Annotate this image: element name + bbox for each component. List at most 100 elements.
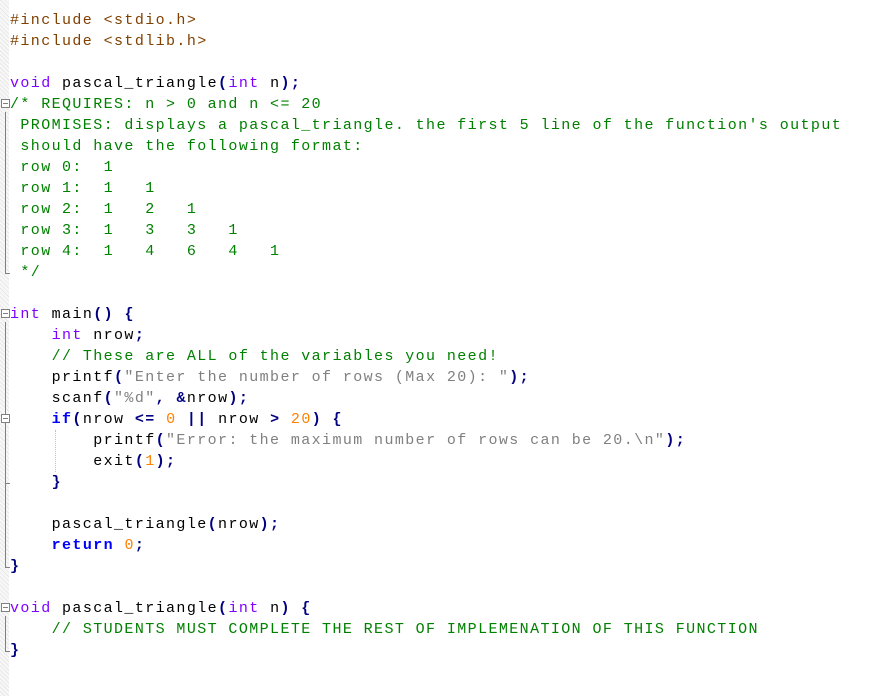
token-str: "%d" <box>114 390 156 407</box>
token-plain: pascal_triangle <box>51 75 219 92</box>
token-op: ) <box>311 411 323 428</box>
token-op: > <box>270 411 281 428</box>
fold-toggle-icon[interactable] <box>1 99 10 108</box>
token-cmt: row 2: 1 2 1 <box>10 201 198 218</box>
token-plain: nrow <box>186 390 229 407</box>
token-cmt: // These are ALL of the variables you ne… <box>51 348 499 365</box>
token-op: ( <box>218 75 229 92</box>
code-line[interactable]: should have the following format: <box>10 136 842 157</box>
code-editor[interactable]: #include <stdio.h> #include <stdlib.h> voi… <box>10 10 842 661</box>
fold-line <box>5 112 6 274</box>
code-line[interactable]: */ <box>10 262 842 283</box>
code-line[interactable]: return 0; <box>10 535 842 556</box>
code-line[interactable]: exit(1); <box>10 451 842 472</box>
token-op: () <box>93 306 115 323</box>
code-line[interactable]: /* REQUIRES: n > 0 and n <= 20 <box>10 94 842 115</box>
code-line[interactable]: scanf("%d", &nrow); <box>10 388 842 409</box>
token-plain: nrow <box>82 411 135 428</box>
code-line[interactable]: } <box>10 472 842 493</box>
token-plain: scanf <box>10 390 104 407</box>
code-line[interactable]: #include <stdio.h> <box>10 10 842 31</box>
code-line[interactable]: row 3: 1 3 3 1 <box>10 220 842 241</box>
fold-line <box>5 322 6 568</box>
code-line[interactable]: void pascal_triangle(int n); <box>10 73 842 94</box>
token-cmt: */ <box>10 264 42 281</box>
token-op: , <box>155 390 167 407</box>
code-line[interactable]: printf("Error: the maximum number of row… <box>10 430 842 451</box>
code-line[interactable]: } <box>10 640 842 661</box>
token-plain: exit <box>10 453 135 470</box>
fold-toggle-icon[interactable] <box>1 414 10 423</box>
token-plain: pascal_triangle <box>10 516 208 533</box>
code-line[interactable]: // These are ALL of the variables you ne… <box>10 346 842 367</box>
code-line[interactable]: if(nrow <= 0 || nrow > 20) { <box>10 409 842 430</box>
fold-line <box>5 616 6 652</box>
token-op: } <box>10 558 21 575</box>
token-type: int <box>228 75 260 92</box>
token-op: ); <box>280 75 302 92</box>
token-plain: main <box>41 306 94 323</box>
code-line[interactable] <box>10 577 842 598</box>
code-line[interactable] <box>10 493 842 514</box>
token-op: ) <box>280 600 291 617</box>
token-op: } <box>10 642 21 659</box>
token-kw: if <box>51 411 73 428</box>
token-plain: n <box>259 75 281 92</box>
code-line[interactable]: pascal_triangle(nrow); <box>10 514 842 535</box>
token-kw: return <box>51 537 115 554</box>
token-op: ( <box>207 516 219 533</box>
token-num: 1 <box>145 453 156 470</box>
code-line[interactable]: int nrow; <box>10 325 842 346</box>
token-op: ); <box>228 390 250 407</box>
token-plain: nrow <box>207 411 271 428</box>
code-line[interactable]: row 0: 1 <box>10 157 842 178</box>
token-op: { <box>301 600 312 617</box>
token-op: & <box>176 390 187 407</box>
token-op: ( <box>114 369 125 386</box>
token-type: void <box>10 75 52 92</box>
fold-toggle-icon[interactable] <box>1 309 10 318</box>
token-op: ); <box>259 516 281 533</box>
code-line[interactable]: row 2: 1 2 1 <box>10 199 842 220</box>
code-line[interactable]: #include <stdlib.h> <box>10 31 842 52</box>
token-cmt: row 1: 1 1 <box>10 180 156 197</box>
token-op: { <box>124 306 135 323</box>
token-type: int <box>10 306 42 323</box>
token-num: 20 <box>290 411 312 428</box>
token-op: ); <box>155 453 177 470</box>
code-line[interactable]: row 1: 1 1 <box>10 178 842 199</box>
token-op: { <box>332 411 343 428</box>
token-type: void <box>10 600 52 617</box>
code-line[interactable]: row 4: 1 4 6 4 1 <box>10 241 842 262</box>
token-cmt: row 3: 1 3 3 1 <box>10 222 239 239</box>
fold-margin <box>0 0 10 696</box>
token-pp: #include <stdio.h> <box>10 12 198 29</box>
token-cmt: // STUDENTS MUST COMPLETE THE REST OF IM… <box>51 621 759 638</box>
code-line[interactable]: PROMISES: displays a pascal_triangle. th… <box>10 115 842 136</box>
token-op: ; <box>134 327 146 344</box>
token-str: "Error: the maximum number of rows can b… <box>166 432 666 449</box>
code-line[interactable] <box>10 283 842 304</box>
code-line[interactable]: // STUDENTS MUST COMPLETE THE REST OF IM… <box>10 619 842 640</box>
token-op: ; <box>134 537 146 554</box>
code-line[interactable]: printf("Enter the number of rows (Max 20… <box>10 367 842 388</box>
code-line[interactable] <box>10 52 842 73</box>
code-line[interactable]: } <box>10 556 842 577</box>
token-plain: pascal_triangle <box>51 600 219 617</box>
code-line[interactable]: void pascal_triangle(int n) { <box>10 598 842 619</box>
code-line[interactable]: int main() { <box>10 304 842 325</box>
fold-toggle-icon[interactable] <box>1 603 10 612</box>
token-op: ( <box>155 432 167 449</box>
token-type: int <box>228 600 260 617</box>
token-cmt: /* REQUIRES: n > 0 and n <= 20 <box>10 96 323 113</box>
